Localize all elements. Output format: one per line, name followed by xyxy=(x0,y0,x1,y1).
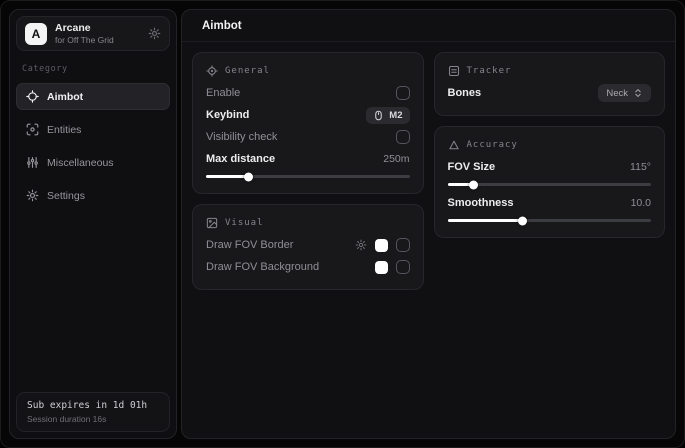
sidebar-item-aimbot[interactable]: Aimbot xyxy=(16,83,170,110)
visibility-check-checkbox[interactable] xyxy=(396,130,410,144)
subscription-card: Sub expires in 1d 01h Session duration 1… xyxy=(16,392,170,432)
visual-card-header: Visual xyxy=(206,217,410,229)
slider-fill xyxy=(206,175,249,178)
content: General Enable Keybind xyxy=(182,42,675,300)
gear-icon[interactable] xyxy=(355,239,367,251)
smoothness-value: 10.0 xyxy=(631,197,651,209)
crosshair-icon xyxy=(26,90,39,103)
app-header: A Arcane for Off The Grid xyxy=(16,16,170,51)
tracker-card-title: Tracker xyxy=(467,66,512,76)
accuracy-card: Accuracy FOV Size 115° Smoothness 10.0 xyxy=(434,126,666,238)
draw-fov-background-label: Draw FOV Background xyxy=(206,261,319,273)
max-distance-slider[interactable] xyxy=(206,175,410,178)
keybind-label: Keybind xyxy=(206,109,249,121)
tracker-card: Tracker Bones Neck xyxy=(434,52,666,116)
enable-label: Enable xyxy=(206,87,240,99)
smoothness-slider[interactable] xyxy=(448,219,652,222)
draw-fov-background-checkbox[interactable] xyxy=(396,260,410,274)
app-name: Arcane xyxy=(55,22,114,34)
draw-fov-border-label: Draw FOV Border xyxy=(206,239,293,251)
slider-fill xyxy=(448,183,474,186)
keybind-badge[interactable]: M2 xyxy=(366,107,409,124)
general-card-title: General xyxy=(225,66,270,76)
draw-fov-border-row: Draw FOV Border xyxy=(206,234,410,256)
tracker-card-header: Tracker xyxy=(448,65,652,77)
fov-size-value: 115° xyxy=(630,161,651,173)
bones-row: Bones Neck xyxy=(448,82,652,104)
session-duration-text: Session duration 16s xyxy=(27,414,159,424)
app-subtitle: for Off The Grid xyxy=(55,35,114,45)
scan-eye-icon xyxy=(26,123,39,136)
slider-thumb[interactable] xyxy=(244,172,253,181)
fov-border-color-swatch[interactable] xyxy=(375,239,388,252)
sidebar-item-settings[interactable]: Settings xyxy=(16,182,170,209)
slider-thumb[interactable] xyxy=(518,216,527,225)
accuracy-card-header: Accuracy xyxy=(448,139,652,151)
sidebar-item-label: Settings xyxy=(47,190,85,202)
sliders-icon xyxy=(26,156,39,169)
fov-size-slider[interactable] xyxy=(448,183,652,186)
gear-icon[interactable] xyxy=(148,27,161,40)
fov-size-label: FOV Size xyxy=(448,161,496,173)
column-right: Tracker Bones Neck xyxy=(434,52,666,238)
app-logo: A xyxy=(25,23,47,45)
draw-fov-border-checkbox[interactable] xyxy=(396,238,410,252)
accuracy-card-title: Accuracy xyxy=(467,140,518,150)
sidebar-item-label: Entities xyxy=(47,124,81,136)
slider-thumb[interactable] xyxy=(469,180,478,189)
target-icon xyxy=(206,65,218,77)
sidebar-item-entities[interactable]: Entities xyxy=(16,116,170,143)
general-card: General Enable Keybind xyxy=(192,52,424,194)
fov-background-color-swatch[interactable] xyxy=(375,261,388,274)
visibility-check-label: Visibility check xyxy=(206,131,277,143)
visual-card-title: Visual xyxy=(225,218,264,228)
image-icon xyxy=(206,217,218,229)
sidebar: A Arcane for Off The Grid Category Aimbo xyxy=(9,9,177,439)
bones-value: Neck xyxy=(606,88,628,99)
bones-dropdown[interactable]: Neck xyxy=(598,84,651,102)
column-left: General Enable Keybind xyxy=(192,52,424,290)
draw-fov-background-controls xyxy=(375,260,410,274)
fov-size-row: FOV Size 115° xyxy=(448,156,652,178)
visual-card: Visual Draw FOV Border xyxy=(192,204,424,290)
max-distance-label: Max distance xyxy=(206,153,275,165)
tracker-icon xyxy=(448,65,460,77)
visibility-check-row: Visibility check xyxy=(206,126,410,148)
app-window: A Arcane for Off The Grid Category Aimbo xyxy=(0,0,685,448)
enable-checkbox[interactable] xyxy=(396,86,410,100)
category-label: Category xyxy=(22,64,164,74)
app-header-text: Arcane for Off The Grid xyxy=(55,22,114,45)
sidebar-item-label: Aimbot xyxy=(47,91,83,103)
keybind-value: M2 xyxy=(389,110,402,121)
draw-fov-background-row: Draw FOV Background xyxy=(206,256,410,278)
slider-fill xyxy=(448,219,523,222)
mouse-icon xyxy=(373,110,384,121)
smoothness-row: Smoothness 10.0 xyxy=(448,192,652,214)
enable-row: Enable xyxy=(206,82,410,104)
bones-label: Bones xyxy=(448,87,482,99)
gear-icon xyxy=(26,189,39,202)
max-distance-row: Max distance 250m xyxy=(206,148,410,170)
general-card-header: General xyxy=(206,65,410,77)
draw-fov-border-controls xyxy=(355,238,410,252)
main-panel: Aimbot General xyxy=(181,9,676,439)
chevrons-up-down-icon xyxy=(633,88,643,98)
page-title: Aimbot xyxy=(182,10,675,42)
keybind-row: Keybind M2 xyxy=(206,104,410,126)
sub-expires-text: Sub expires in 1d 01h xyxy=(27,400,159,411)
angle-icon xyxy=(448,139,460,151)
max-distance-value: 250m xyxy=(383,153,409,165)
sidebar-item-miscellaneous[interactable]: Miscellaneous xyxy=(16,149,170,176)
sidebar-item-label: Miscellaneous xyxy=(47,157,114,169)
smoothness-label: Smoothness xyxy=(448,197,514,209)
